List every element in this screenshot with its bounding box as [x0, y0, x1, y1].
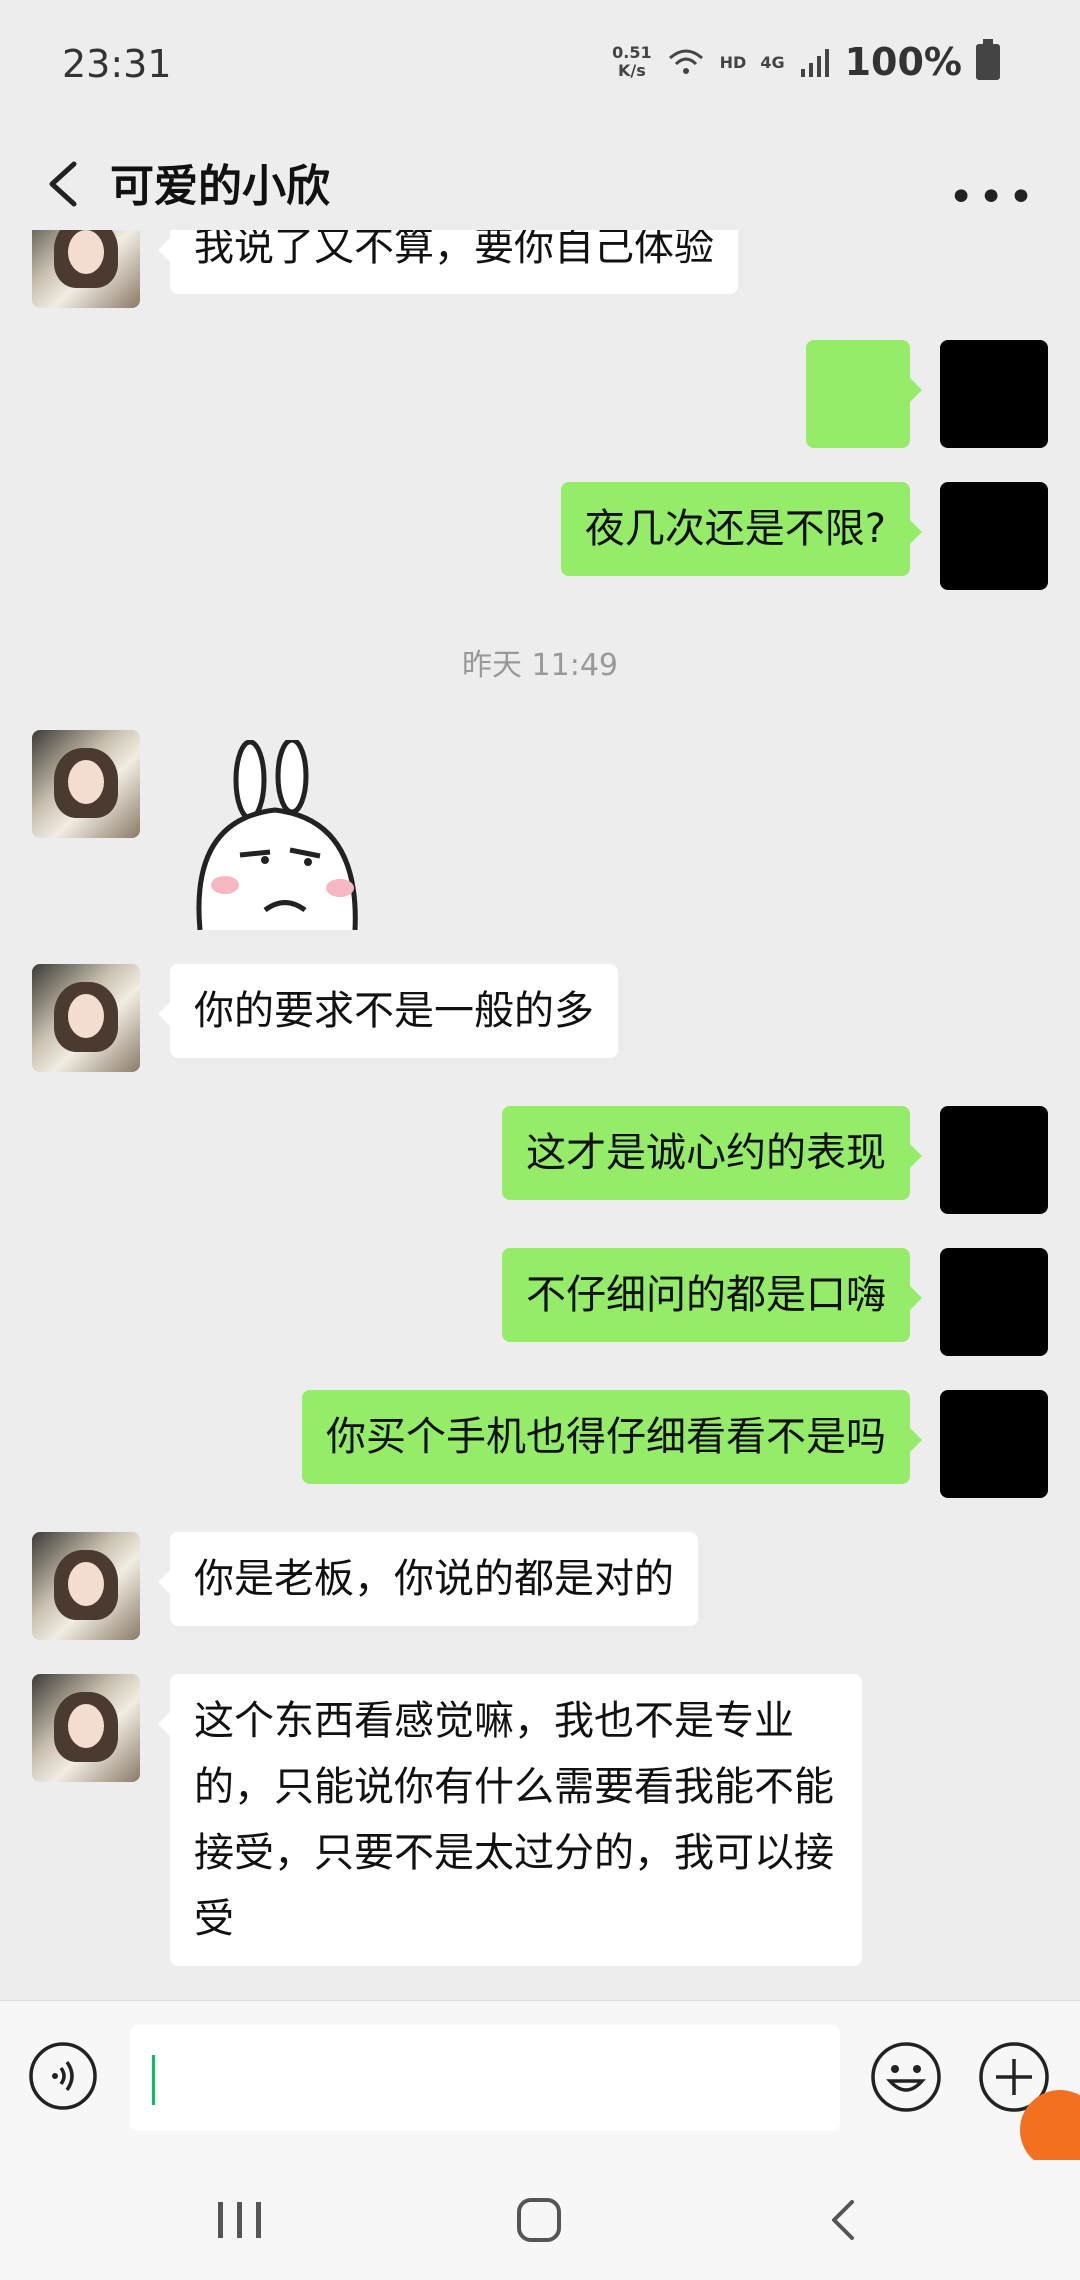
chat-header: 可爱的小欣 ••• [0, 130, 1080, 240]
wifi-icon [668, 49, 703, 74]
rabbit-sticker[interactable] [180, 740, 370, 930]
outgoing-message[interactable]: 不仔细问的都是口嗨 [502, 1248, 922, 1342]
time-separator: 昨天 11:49 [462, 648, 618, 683]
outgoing-emoji-message[interactable] [806, 340, 922, 552]
emoji-icon[interactable] [870, 2041, 942, 2113]
nav-back-icon[interactable] [820, 2196, 868, 2244]
outgoing-message[interactable]: 夜几次还是不限? [560, 482, 923, 576]
net-speed-value: 0.51 [612, 43, 652, 62]
system-navigation-bar [0, 2160, 1080, 2280]
outgoing-message[interactable]: 这才是诚心约的表现 [502, 1106, 922, 1200]
contact-avatar[interactable] [32, 1532, 140, 1640]
nav-recent-icon[interactable] [210, 2200, 270, 2240]
hd-label: HD [719, 52, 747, 72]
contact-avatar[interactable] [32, 964, 140, 1072]
more-icon[interactable]: ••• [948, 172, 1038, 223]
my-avatar[interactable] [940, 482, 1048, 590]
net-speed: 0.51 K/s [612, 44, 651, 80]
incoming-message[interactable]: 这个东西看感觉嘛，我也不是专业 的，只能说你有什么需要看我能不能 接受，只要不是… [158, 1674, 862, 1966]
my-avatar[interactable] [940, 1248, 1048, 1356]
status-icons: 0.51 K/s HD 4G 100% [612, 39, 1000, 84]
my-avatar[interactable] [940, 1390, 1048, 1498]
chat-title: 可爱的小欣 [110, 161, 330, 212]
message-input[interactable] [130, 2025, 840, 2131]
status-bar: 23:31 0.51 K/s HD 4G 100% [0, 0, 1080, 130]
my-avatar[interactable] [940, 1106, 1048, 1214]
input-bar [0, 2000, 1080, 2161]
contact-avatar[interactable] [32, 1674, 140, 1782]
status-time: 23:31 [62, 42, 172, 86]
voice-icon[interactable] [28, 2041, 98, 2111]
outgoing-message[interactable]: 你买个手机也得仔细看看不是吗 [302, 1390, 922, 1484]
battery-percent: 100% [844, 40, 962, 84]
network-type: 4G [760, 52, 785, 72]
message-list[interactable]: 我说了又不算，要你自己体验 夜几次还是不限? 昨天 11:49 你的要求不是一般… [0, 230, 1080, 2000]
text-caret [152, 2055, 155, 2105]
battery-icon [976, 39, 1000, 80]
incoming-message[interactable]: 你是老板，你说的都是对的 [158, 1532, 698, 1626]
nav-home-icon[interactable] [515, 2196, 563, 2244]
contact-avatar[interactable] [32, 730, 140, 838]
net-speed-unit: K/s [618, 61, 646, 80]
back-icon[interactable] [34, 154, 94, 214]
incoming-message[interactable]: 我说了又不算，要你自己体验 [158, 230, 738, 294]
incoming-message[interactable]: 你的要求不是一般的多 [158, 964, 618, 1058]
contact-avatar[interactable] [32, 230, 140, 308]
my-avatar[interactable] [940, 340, 1048, 448]
signal-icon [800, 49, 829, 77]
